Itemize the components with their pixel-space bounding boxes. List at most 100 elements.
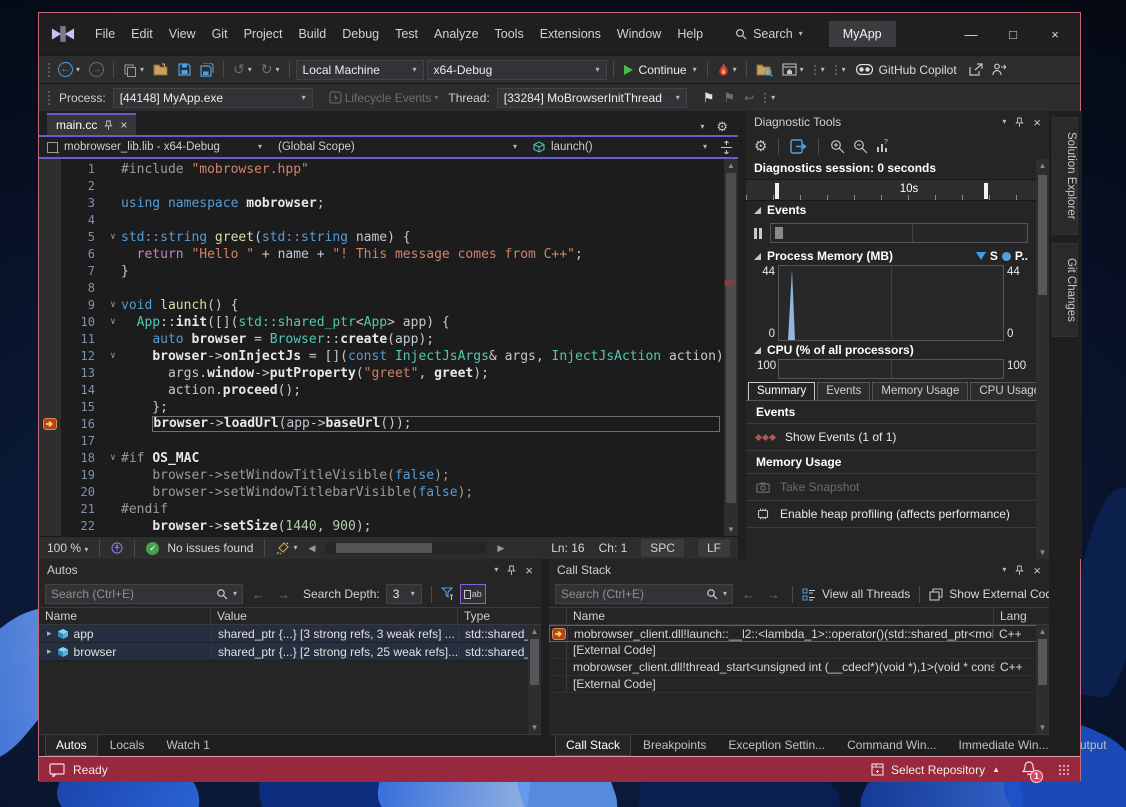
line-number[interactable]: 20 xyxy=(61,484,105,501)
scroll-down-icon[interactable]: ▼ xyxy=(1036,548,1049,557)
line-number[interactable]: 9 xyxy=(61,297,105,314)
target-machine-combo[interactable]: Local Machine ▾ xyxy=(296,60,424,80)
panel-tab-command-win[interactable]: Command Win... xyxy=(837,735,946,756)
editor-vertical-scrollbar[interactable]: ▲ ▼ xyxy=(724,159,738,536)
spaces-indicator[interactable]: SPC xyxy=(641,539,684,557)
share-button[interactable] xyxy=(966,61,986,78)
close-panel-icon[interactable]: × xyxy=(525,563,533,578)
code-text[interactable]: }; xyxy=(121,399,724,416)
fold-marker[interactable]: ∨ xyxy=(105,348,121,365)
code-text[interactable]: browser->setWindowTitleVisible(false); xyxy=(121,467,724,484)
line-number[interactable]: 5 xyxy=(61,229,105,246)
expander-icon[interactable]: ▸ xyxy=(47,646,52,657)
split-editor-button[interactable] xyxy=(715,137,738,157)
unwind-button[interactable]: ↩ xyxy=(741,89,757,107)
toolbar-drag-handle[interactable] xyxy=(47,62,52,78)
line-number[interactable]: 15 xyxy=(61,399,105,416)
call-stack-scrollbar[interactable]: ▲ ▼ xyxy=(1036,625,1049,734)
memory-section-header[interactable]: Process Memory (MB) S P.. xyxy=(746,247,1036,265)
navigate-forward-icon[interactable]: → xyxy=(764,587,783,602)
timeline-ruler[interactable]: 10s xyxy=(746,179,1036,201)
memory-chart[interactable] xyxy=(778,265,1004,341)
column-header-name[interactable]: Name xyxy=(39,608,211,624)
line-number[interactable]: 16 xyxy=(61,416,105,433)
process-combo[interactable]: [44148] MyApp.exe ▾ xyxy=(113,88,313,108)
hot-reload-button[interactable]: ▾ xyxy=(714,60,740,79)
issues-status[interactable]: No issues found xyxy=(167,541,253,555)
tab-main-cc[interactable]: main.cc × xyxy=(47,113,136,135)
side-tab-solution-explorer[interactable]: Solution Explorer xyxy=(1052,117,1078,235)
fold-marker[interactable]: ∨ xyxy=(105,297,121,314)
export-icon[interactable] xyxy=(790,139,807,154)
scrollbar-thumb[interactable] xyxy=(726,173,736,503)
undo-button[interactable]: ↺▾ xyxy=(230,59,255,80)
line-number[interactable]: 4 xyxy=(61,212,105,229)
redo-button[interactable]: ↻▾ xyxy=(258,59,283,80)
code-cleanup-control[interactable]: ▾ xyxy=(276,542,297,555)
show-external-code-button[interactable]: Show External Code xyxy=(929,587,1058,601)
menu-help[interactable]: Help xyxy=(669,23,711,45)
code-text[interactable]: browser->setWindowTitlebarVisible(false)… xyxy=(121,484,724,501)
pin-icon[interactable] xyxy=(507,565,516,576)
filter-pin-icon[interactable] xyxy=(441,587,454,601)
code-text[interactable]: } xyxy=(121,263,724,280)
menu-analyze[interactable]: Analyze xyxy=(426,23,486,45)
code-text[interactable]: App::init([](std::shared_ptr<App> app) { xyxy=(121,314,724,331)
menu-build[interactable]: Build xyxy=(290,23,334,45)
home-window-button[interactable]: ▾ xyxy=(779,61,807,78)
scroll-left-icon[interactable]: ◀ xyxy=(305,543,318,554)
panel-splitter[interactable] xyxy=(541,559,549,756)
navigate-forward-icon[interactable]: → xyxy=(274,587,293,602)
scroll-up-icon[interactable]: ▲ xyxy=(1036,161,1049,170)
column-indicator[interactable]: Ch: 1 xyxy=(599,541,628,555)
panel-tab-call-stack[interactable]: Call Stack xyxy=(555,735,631,756)
line-number[interactable]: 7 xyxy=(61,263,105,280)
variable-row[interactable]: ▸ appshared_ptr {...} [3 strong refs, 3 … xyxy=(39,625,541,643)
callstack-frame[interactable]: [External Code] xyxy=(549,642,1049,659)
diagnostics-tab-summary[interactable]: Summary xyxy=(748,382,815,401)
dots-grid-button[interactable]: ▾ xyxy=(810,62,828,78)
menu-window[interactable]: Window xyxy=(609,23,669,45)
code-text[interactable]: std::string greet(std::string name) { xyxy=(121,229,724,246)
menu-extensions[interactable]: Extensions xyxy=(532,23,609,45)
scrollbar-thumb[interactable] xyxy=(530,639,539,685)
line-number[interactable]: 22 xyxy=(61,518,105,535)
scrollbar-thumb[interactable] xyxy=(1038,639,1047,685)
line-number[interactable]: 8 xyxy=(61,280,105,297)
menu-view[interactable]: View xyxy=(161,23,204,45)
line-number[interactable]: 13 xyxy=(61,365,105,382)
show-threads-in-source-button[interactable]: ⚑ xyxy=(720,88,738,108)
code-text[interactable] xyxy=(121,212,724,229)
code-text[interactable]: browser->setSize(1440, 900); xyxy=(121,518,724,535)
chevron-down-icon[interactable]: ▾ xyxy=(723,590,727,598)
line-number[interactable]: 10 xyxy=(61,314,105,331)
show-events-link[interactable]: Show Events (1 of 1) xyxy=(746,424,1036,451)
scroll-right-icon[interactable]: ▶ xyxy=(494,543,507,554)
feedback-bubble-icon[interactable] xyxy=(49,763,65,777)
search-control[interactable]: Search ▾ xyxy=(735,27,803,41)
heap-profiling-button[interactable]: Enable heap profiling (affects performan… xyxy=(746,501,1036,528)
line-number[interactable]: 2 xyxy=(61,178,105,195)
configuration-combo[interactable]: x64-Debug ▾ xyxy=(427,60,607,80)
close-panel-icon[interactable]: × xyxy=(1033,563,1041,578)
zoom-in-icon[interactable] xyxy=(830,139,845,154)
pin-icon[interactable] xyxy=(1015,117,1024,128)
editor-options-gear-icon[interactable]: ⚙ xyxy=(716,119,728,135)
line-number[interactable]: 18 xyxy=(61,450,105,467)
panel-splitter[interactable] xyxy=(738,111,746,559)
line-ending-indicator[interactable]: LF xyxy=(698,539,730,557)
new-project-button[interactable]: ▾ xyxy=(120,61,147,79)
close-tab-icon[interactable]: × xyxy=(120,118,127,132)
scroll-up-icon[interactable]: ▲ xyxy=(1036,627,1049,636)
window-position-chevron-icon[interactable]: ▾ xyxy=(1002,118,1006,126)
close-button[interactable]: × xyxy=(1038,27,1072,42)
fold-marker[interactable]: ∨ xyxy=(105,450,121,467)
navigate-forward-button[interactable]: → xyxy=(86,60,107,79)
code-text[interactable]: #include "mobrowser.hpp" xyxy=(121,161,724,178)
search-input[interactable] xyxy=(561,587,701,601)
code-text[interactable]: #if OS_MAC xyxy=(121,450,724,467)
variable-row[interactable]: ▸ browsershared_ptr {...} [2 strong refs… xyxy=(39,643,541,661)
menu-tools[interactable]: Tools xyxy=(487,23,532,45)
scroll-down-icon[interactable]: ▼ xyxy=(528,723,541,732)
events-section-header[interactable]: Events xyxy=(746,201,1036,219)
